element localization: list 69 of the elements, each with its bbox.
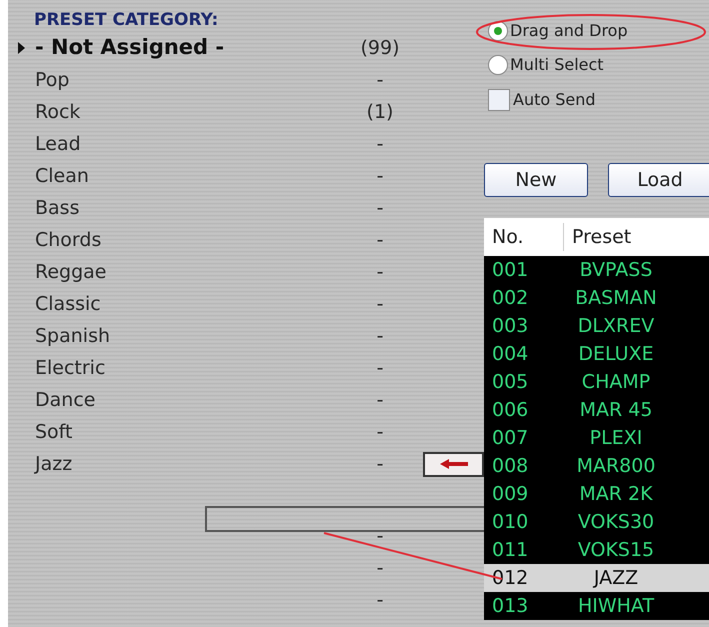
table-cell-text: DELUXE xyxy=(577,342,655,367)
preset-count: - xyxy=(376,420,384,445)
category-item[interactable]: Jazz xyxy=(35,450,325,478)
table-row[interactable]: 012 JAZZ xyxy=(484,564,709,592)
table-cell-text: 005 xyxy=(491,370,530,395)
preset-count: - xyxy=(376,324,384,349)
radio-label[interactable]: Multi Select xyxy=(510,57,604,73)
preset-count: - xyxy=(376,556,384,581)
category-item[interactable]: Classic xyxy=(35,290,325,318)
table-cell-text: 008 xyxy=(491,454,530,479)
table-cell-text: 007 xyxy=(491,426,530,451)
category-item[interactable]: Pop xyxy=(35,66,325,94)
table-cell-text: 009 xyxy=(491,482,530,507)
column-header[interactable]: No. xyxy=(484,222,564,252)
category-item[interactable]: - Not Assigned - xyxy=(35,32,325,64)
toolbar-button[interactable]: New xyxy=(484,163,588,197)
table-cell-text: JAZZ xyxy=(592,566,640,591)
category-item[interactable]: Spanish xyxy=(35,322,325,350)
category-item[interactable]: Rock xyxy=(35,98,325,126)
preset-count: - xyxy=(376,588,384,613)
table-cell-text: 004 xyxy=(491,342,530,367)
table-cell-text: MAR800 xyxy=(576,454,656,479)
category-item[interactable]: Electric xyxy=(35,354,325,382)
table-cell-text: 003 xyxy=(491,314,530,339)
section-title: PRESET CATEGORY: xyxy=(34,9,220,32)
table-cell-text: 013 xyxy=(491,594,530,619)
category-item[interactable]: Reggae xyxy=(35,258,325,286)
preset-count: - xyxy=(376,260,384,285)
preset-count: - xyxy=(376,68,384,93)
table-cell-text: VOKS30 xyxy=(576,510,656,535)
preset-count: - xyxy=(376,292,384,317)
left-arrow-icon xyxy=(440,459,468,469)
table-cell-text: VOKS15 xyxy=(576,538,656,563)
table-cell-text: CHAMP xyxy=(580,370,652,395)
category-item[interactable]: Clean xyxy=(35,162,325,190)
preset-count: - xyxy=(376,132,384,157)
table-cell-text: 011 xyxy=(491,538,530,563)
category-item[interactable]: Lead xyxy=(35,130,325,158)
table-cell-text: 012 xyxy=(491,566,530,591)
preset-count: - xyxy=(376,164,384,189)
preset-count: - xyxy=(376,388,384,413)
toolbar-button[interactable]: Load xyxy=(608,163,709,197)
table-cell-text: MAR 45 xyxy=(578,398,654,423)
table-cell-text: DLXREV xyxy=(576,314,656,339)
checkbox[interactable] xyxy=(488,89,510,111)
preset-count: (99) xyxy=(359,36,400,61)
table-cell-text: 001 xyxy=(491,258,530,283)
preset-count: - xyxy=(376,228,384,253)
category-item[interactable]: Dance xyxy=(35,386,325,414)
table-cell-text: BASMAN xyxy=(574,286,658,311)
column-header[interactable]: Preset xyxy=(564,222,632,252)
preset-count: (1) xyxy=(366,100,394,125)
preset-count: - xyxy=(376,356,384,381)
category-item[interactable]: Soft xyxy=(35,418,325,446)
preset-count: - xyxy=(376,524,384,549)
table-cell-text: PLEXI xyxy=(588,426,644,451)
preset-count: - xyxy=(376,196,384,221)
table-cell-text: MAR 2K xyxy=(578,482,654,507)
table-cell-text: 010 xyxy=(491,510,530,535)
pointer-icon xyxy=(18,42,25,54)
table-cell-text: 002 xyxy=(491,286,530,311)
table-cell-text: HIWHAT xyxy=(576,594,656,619)
move-left-button[interactable] xyxy=(423,452,484,476)
checkbox-label[interactable]: Auto Send xyxy=(513,88,596,112)
preset-count: - xyxy=(376,452,384,477)
table-cell-text: 006 xyxy=(491,398,530,423)
category-item[interactable]: Bass xyxy=(35,194,325,222)
table-cell-text: BVPASS xyxy=(578,258,654,283)
category-item[interactable]: Chords xyxy=(35,226,325,254)
